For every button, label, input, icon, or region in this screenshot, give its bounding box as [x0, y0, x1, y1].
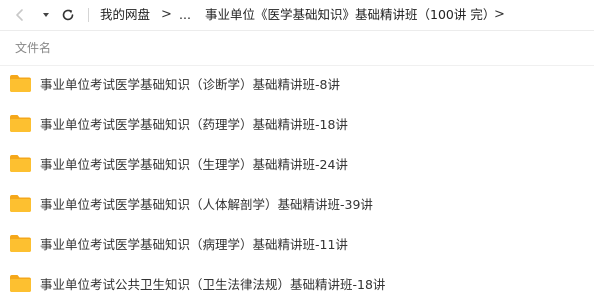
breadcrumb-root[interactable]: 我的网盘 — [100, 0, 150, 30]
breadcrumb-separator[interactable]: > — [494, 0, 505, 30]
file-row[interactable]: 事业单位考试医学基础知识（人体解剖学）基础精讲班-39讲 — [0, 185, 594, 225]
file-name[interactable]: 事业单位考试公共卫生知识（卫生法律法规）基础精讲班-18讲 — [40, 265, 385, 305]
file-row[interactable]: 事业单位考试医学基础知识（生理学）基础精讲班-24讲 — [0, 145, 594, 185]
file-row[interactable]: 事业单位考试医学基础知识（病理学）基础精讲班-11讲 — [0, 225, 594, 265]
folder-icon — [10, 75, 31, 92]
back-button[interactable] — [12, 7, 28, 23]
file-row[interactable]: 事业单位考试医学基础知识（药理学）基础精讲班-18讲 — [0, 105, 594, 145]
file-list-header: 文件名 — [0, 31, 594, 66]
history-dropdown-button[interactable] — [38, 7, 54, 23]
file-name[interactable]: 事业单位考试医学基础知识（病理学）基础精讲班-11讲 — [40, 225, 348, 265]
file-row[interactable]: 事业单位考试医学基础知识（诊断学）基础精讲班-8讲 — [0, 65, 594, 105]
file-row[interactable]: 事业单位考试公共卫生知识（卫生法律法规）基础精讲班-18讲 — [0, 265, 594, 305]
folder-icon — [10, 275, 31, 292]
breadcrumb-separator: > — [161, 7, 172, 22]
file-name[interactable]: 事业单位考试医学基础知识（诊断学）基础精讲班-8讲 — [40, 65, 340, 105]
breadcrumb-ellipsis[interactable]: ... — [179, 0, 191, 30]
folder-icon — [10, 115, 31, 132]
column-header-filename[interactable]: 文件名 — [15, 31, 51, 65]
folder-icon — [10, 155, 31, 172]
toolbar-divider — [88, 8, 89, 22]
folder-icon — [10, 235, 31, 252]
file-name[interactable]: 事业单位考试医学基础知识（人体解剖学）基础精讲班-39讲 — [40, 185, 373, 225]
chevron-left-icon — [16, 9, 23, 21]
top-toolbar: 我的网盘 > ... 事业单位《医学基础知识》基础精讲班（100讲 完） > — [0, 0, 594, 31]
breadcrumb-current[interactable]: 事业单位《医学基础知识》基础精讲班（100讲 完） — [205, 0, 495, 30]
folder-icon — [10, 195, 31, 212]
refresh-icon — [62, 9, 74, 21]
file-name[interactable]: 事业单位考试医学基础知识（药理学）基础精讲班-18讲 — [40, 105, 348, 145]
chevron-down-icon — [43, 13, 49, 17]
file-name[interactable]: 事业单位考试医学基础知识（生理学）基础精讲班-24讲 — [40, 145, 348, 185]
refresh-button[interactable] — [60, 7, 76, 23]
